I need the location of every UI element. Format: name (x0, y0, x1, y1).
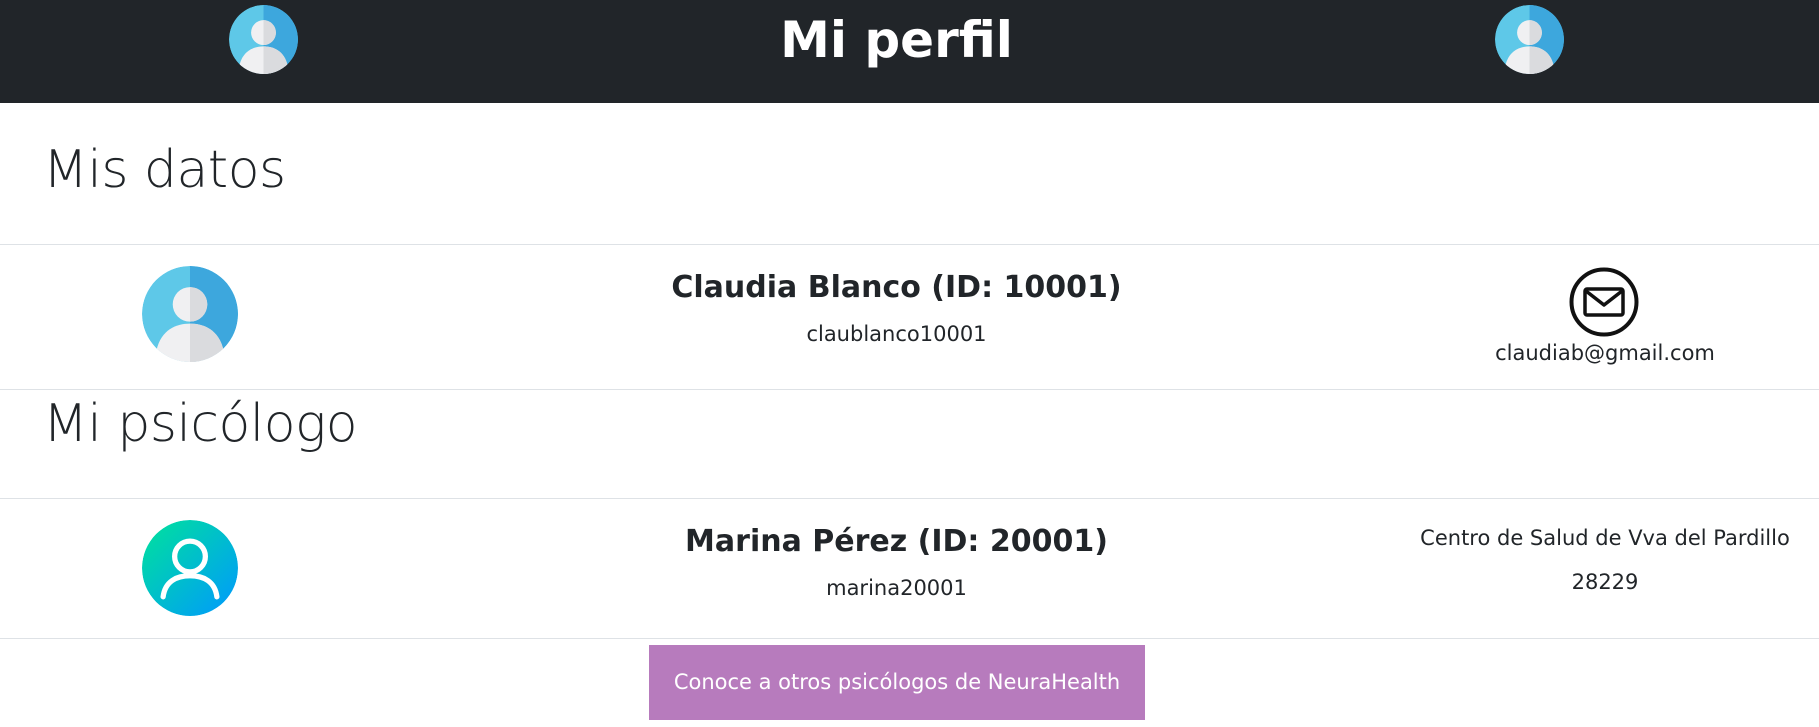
top-navbar: Mi perfil (0, 0, 1819, 103)
user-email: claudiab@gmail.com (1495, 341, 1715, 365)
user-name: Claudia Blanco (ID: 10001) (671, 270, 1122, 305)
mail-icon[interactable] (1569, 267, 1639, 337)
user-avatar-icon[interactable] (1495, 5, 1564, 74)
divider (0, 389, 1819, 390)
divider (0, 498, 1819, 499)
psychologist-postal-code: 28229 (1571, 570, 1639, 594)
divider (0, 638, 1819, 639)
divider (0, 244, 1819, 245)
other-psychologists-button[interactable]: Conoce a otros psicólogos de NeuraHealth (649, 645, 1145, 720)
mis-datos-heading: Mis datos (43, 140, 286, 200)
mi-psicologo-heading: Mi psicólogo (43, 394, 358, 454)
psychologist-center: Centro de Salud de Vva del Pardillo (1420, 526, 1790, 550)
